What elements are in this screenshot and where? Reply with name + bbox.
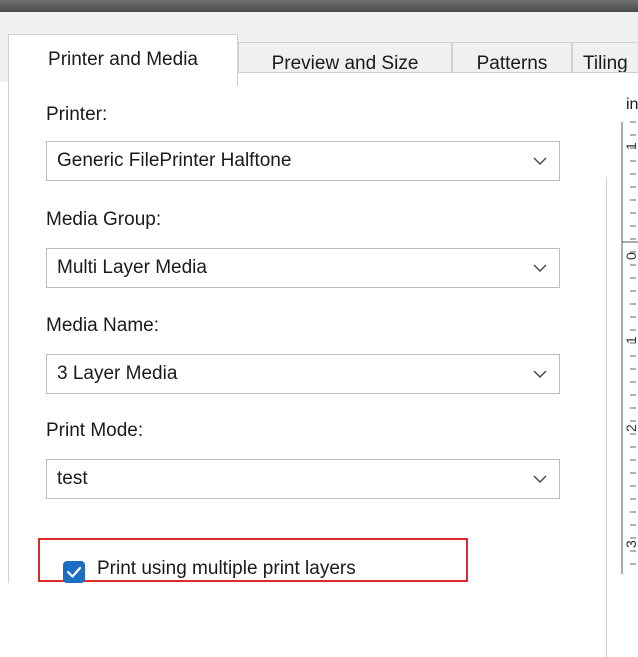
ruler-label: 1: [623, 336, 638, 344]
chevron-down-icon: [533, 264, 547, 272]
media-name-label: Media Name:: [46, 315, 159, 336]
media-group-label: Media Group:: [46, 209, 162, 230]
printer-select[interactable]: Generic FilePrinter Halftone: [46, 141, 560, 181]
media-group-select[interactable]: Multi Layer Media: [46, 248, 560, 288]
tab-label: Patterns: [476, 53, 548, 74]
tab-label: Preview and Size: [271, 53, 419, 74]
tab-printer-and-media[interactable]: Printer and Media: [8, 34, 238, 86]
print-mode-value: test: [57, 468, 88, 489]
printer-value: Generic FilePrinter Halftone: [57, 150, 292, 171]
multi-layer-checkbox-label[interactable]: Print using multiple print layers: [97, 558, 356, 580]
preview-pane: in 1 0 1 2 3: [600, 82, 638, 657]
tab-label: Tiling: [583, 53, 628, 74]
chevron-down-icon: [533, 157, 547, 165]
multi-layer-checkbox[interactable]: [63, 561, 85, 583]
print-mode-label: Print Mode:: [46, 420, 144, 441]
ruler-label: 1: [623, 142, 638, 150]
ruler-label: 2: [623, 424, 638, 432]
checkmark-icon: [66, 566, 82, 578]
tab-label: Printer and Media: [48, 49, 198, 70]
chevron-down-icon: [533, 475, 547, 483]
media-group-value: Multi Layer Media: [57, 257, 207, 278]
printer-label: Printer:: [46, 104, 108, 125]
ruler-label: 3: [623, 540, 638, 548]
print-mode-select[interactable]: test: [46, 459, 560, 499]
media-name-select[interactable]: 3 Layer Media: [46, 354, 560, 394]
window-title-bar: [0, 0, 638, 12]
ruler-label: 0: [623, 252, 638, 260]
media-name-value: 3 Layer Media: [57, 363, 178, 384]
chevron-down-icon: [533, 370, 547, 378]
vertical-ruler: 1 0 1 2 3: [621, 121, 638, 574]
